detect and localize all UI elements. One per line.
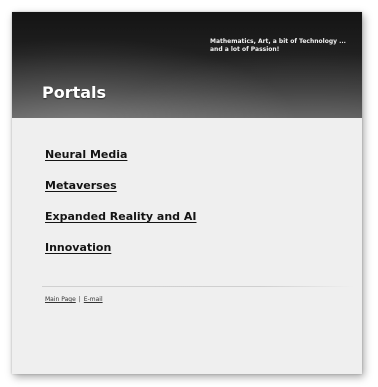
portal-link-innovation[interactable]: Innovation: [45, 241, 111, 254]
email-link[interactable]: E-mail: [84, 296, 103, 303]
portal-link-metaverses[interactable]: Metaverses: [45, 179, 117, 192]
divider: [42, 286, 354, 287]
page-header: Mathematics, Art, a bit of Technology ..…: [12, 12, 362, 118]
page-title: Portals: [42, 83, 107, 102]
portal-link-expanded-reality-ai[interactable]: Expanded Reality and AI: [45, 210, 197, 223]
main-page-link[interactable]: Main Page: [45, 296, 76, 303]
portal-link-neural-media[interactable]: Neural Media: [45, 148, 127, 161]
tagline-line-1: Mathematics, Art, a bit of Technology ..…: [210, 38, 346, 45]
footer-links: Main Page | E-mail: [45, 296, 103, 303]
tagline-line-2: and a lot of Passion!: [210, 46, 280, 53]
portal-page-card: Mathematics, Art, a bit of Technology ..…: [12, 12, 362, 374]
footer-separator: |: [78, 296, 81, 303]
header-background: [12, 12, 362, 118]
site-tagline: Mathematics, Art, a bit of Technology ..…: [210, 38, 360, 54]
